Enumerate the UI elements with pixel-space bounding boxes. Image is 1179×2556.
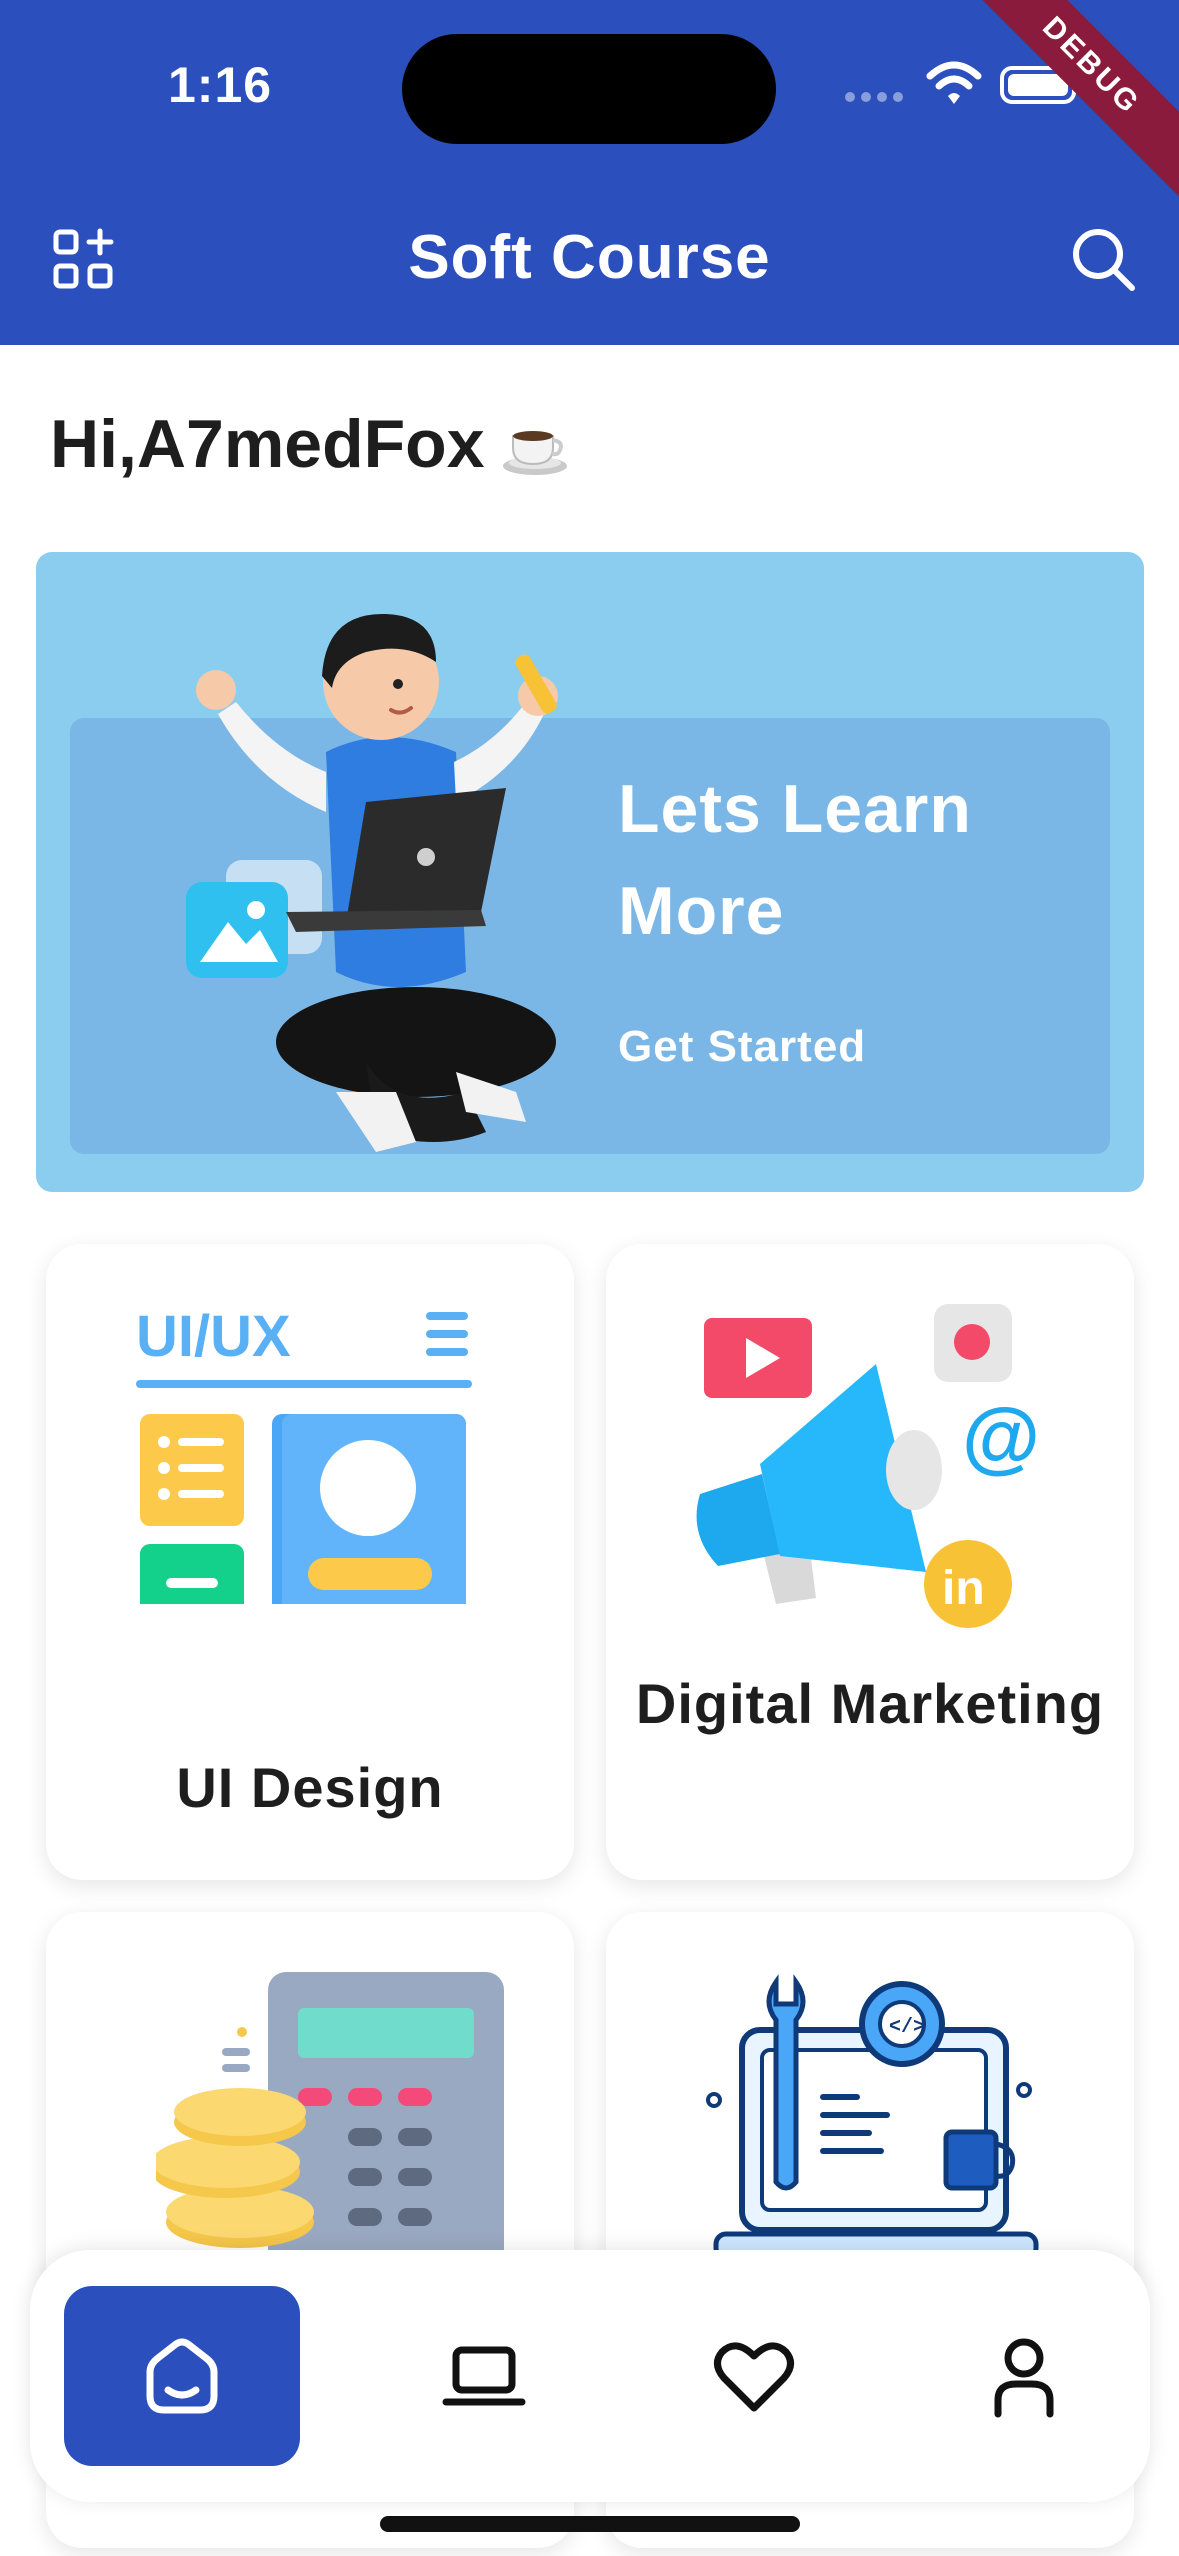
search-icon[interactable] (1070, 226, 1136, 292)
nav-profile[interactable] (906, 2286, 1142, 2466)
bottom-navigation (30, 2250, 1150, 2502)
svg-text:</>: </> (889, 2016, 925, 2039)
course-card-ui-design[interactable]: UI/UX UI Design (46, 1244, 574, 1880)
get-started-button[interactable]: Get Started (618, 1022, 866, 1072)
home-icon (146, 2338, 218, 2414)
cellular-signal-icon (845, 92, 903, 102)
course-title: UI Design (176, 1756, 444, 1819)
laptop-icon (442, 2346, 526, 2406)
wifi-icon (926, 61, 982, 104)
megaphone-illustration: @ in (696, 1304, 1040, 1628)
course-title: Digital Marketing (635, 1672, 1105, 1735)
svg-text:in: in (942, 1562, 985, 1615)
student-laptop-illustration (186, 613, 558, 1152)
nav-favorites[interactable] (636, 2286, 872, 2466)
app-bar: 1:16 DEBUG Soft Course (0, 0, 1179, 345)
heart-icon (714, 2342, 794, 2412)
banner-title: Lets Learn More (618, 771, 972, 949)
ui-ux-illustration: UI/UX (136, 1304, 472, 1604)
hero-banner[interactable]: Lets Learn More Get Started (36, 552, 1144, 1192)
ui-ux-art-text: UI/UX (136, 1304, 291, 1369)
nav-home[interactable] (64, 2286, 300, 2466)
dynamic-island (402, 34, 776, 144)
course-card-digital-marketing[interactable]: @ in Digital Marketing (606, 1244, 1134, 1880)
coffee-cup-icon (502, 431, 567, 475)
home-indicator (380, 2516, 800, 2532)
developer-tools-illustration: </> (706, 1974, 1039, 2261)
user-icon (994, 2338, 1054, 2418)
status-time: 1:16 (168, 57, 273, 113)
calculator-coins-illustration (156, 1972, 504, 2262)
greeting: Hi,A7medFox (50, 405, 571, 483)
nav-courses[interactable] (366, 2286, 602, 2466)
app-title: Soft Course (408, 223, 771, 292)
greeting-text: Hi,A7medFox (50, 406, 485, 482)
svg-text:@: @ (962, 1392, 1040, 1481)
